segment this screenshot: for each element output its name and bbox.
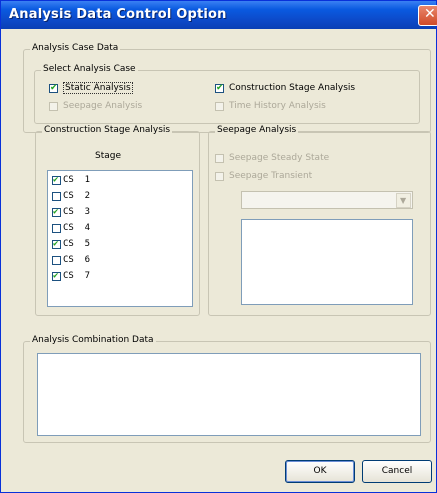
stage-item-cs3[interactable]: ✔ CS 3 xyxy=(52,207,90,217)
stage-item-cs7[interactable]: ✔ CS 7 xyxy=(52,271,90,281)
stage-cs1-box[interactable]: ✔ xyxy=(52,174,61,185)
stage-listbox[interactable]: ✔ CS 1 CS 2 ✔ CS 3 CS 4 ✔ CS 5 CS 6 ✔ CS… xyxy=(47,170,193,307)
stage-item-cs6[interactable]: CS 6 xyxy=(52,255,90,265)
analysis-case-data-label: Analysis Case Data xyxy=(30,43,121,53)
stage-cs1-label: CS 1 xyxy=(63,175,91,185)
cancel-button[interactable]: Cancel xyxy=(362,460,432,483)
dropdown-arrow-button[interactable]: ▼ xyxy=(396,193,411,208)
checkmark-icon: ✔ xyxy=(53,206,59,217)
close-button[interactable]: ✕ xyxy=(418,5,437,26)
seepage-transient-box[interactable] xyxy=(215,171,224,181)
seepage-steady-state-box[interactable] xyxy=(215,153,224,163)
select-analysis-case-group: Select Analysis Case xyxy=(34,64,420,124)
window-title: Analysis Data Control Option xyxy=(9,7,227,22)
time-history-analysis-box[interactable] xyxy=(215,101,224,111)
close-icon: ✕ xyxy=(424,6,436,22)
seepage-dropdown[interactable]: ▼ xyxy=(241,191,413,209)
stage-cs6-label: CS 6 xyxy=(63,255,91,265)
static-analysis-box[interactable]: ✔ xyxy=(49,82,58,93)
stage-cs2-label: CS 2 xyxy=(63,191,91,201)
ok-button[interactable]: OK xyxy=(285,460,355,483)
seepage-steady-state-checkbox[interactable]: Seepage Steady State xyxy=(215,153,329,163)
construction-stage-analysis-label: Construction Stage Analysis xyxy=(229,83,356,93)
stage-item-cs1[interactable]: ✔ CS 1 xyxy=(52,175,90,185)
static-analysis-checkbox[interactable]: ✔ Static Analysis xyxy=(49,82,133,94)
time-history-analysis-label: Time History Analysis xyxy=(229,101,326,111)
seepage-transient-label: Seepage Transient xyxy=(229,171,313,181)
stage-cs3-box[interactable]: ✔ xyxy=(52,206,61,217)
chevron-down-icon: ▼ xyxy=(400,196,407,205)
seepage-listbox[interactable] xyxy=(241,219,413,305)
construction-stage-group-label: Construction Stage Analysis xyxy=(42,125,173,135)
checkmark-icon: ✔ xyxy=(53,174,59,185)
stage-item-cs2[interactable]: CS 2 xyxy=(52,191,90,201)
stage-cs4-label: CS 4 xyxy=(63,223,91,233)
seepage-analysis-box[interactable] xyxy=(49,101,58,111)
title-bar[interactable]: Analysis Data Control Option ✕ xyxy=(1,1,437,29)
select-analysis-case-label: Select Analysis Case xyxy=(41,64,138,74)
seepage-transient-checkbox[interactable]: Seepage Transient xyxy=(215,171,312,181)
checkmark-icon: ✔ xyxy=(53,238,59,249)
seepage-steady-state-label: Seepage Steady State xyxy=(229,153,330,163)
checkmark-icon: ✔ xyxy=(216,82,224,93)
stage-cs7-label: CS 7 xyxy=(63,271,91,281)
construction-stage-analysis-box[interactable]: ✔ xyxy=(215,82,224,93)
seepage-analysis-group-label: Seepage Analysis xyxy=(215,125,299,135)
stage-item-cs5[interactable]: ✔ CS 5 xyxy=(52,239,90,249)
stage-cs5-box[interactable]: ✔ xyxy=(52,238,61,249)
seepage-analysis-label: Seepage Analysis xyxy=(63,101,143,111)
stage-item-cs4[interactable]: CS 4 xyxy=(52,223,90,233)
analysis-combination-label: Analysis Combination Data xyxy=(30,335,156,345)
dialog-window: Analysis Data Control Option ✕ Analysis … xyxy=(0,0,437,493)
construction-stage-analysis-checkbox[interactable]: ✔ Construction Stage Analysis xyxy=(215,83,355,93)
stage-cs3-label: CS 3 xyxy=(63,207,91,217)
seepage-analysis-checkbox[interactable]: Seepage Analysis xyxy=(49,101,142,111)
checkmark-icon: ✔ xyxy=(50,82,58,93)
combination-listbox[interactable] xyxy=(37,353,421,436)
static-analysis-label: Static Analysis xyxy=(63,82,133,94)
stage-cs6-box[interactable] xyxy=(52,255,61,265)
stage-column-header: Stage xyxy=(95,151,122,161)
checkmark-icon: ✔ xyxy=(53,270,59,281)
time-history-analysis-checkbox[interactable]: Time History Analysis xyxy=(215,101,326,111)
stage-cs7-box[interactable]: ✔ xyxy=(52,270,61,281)
stage-cs4-box[interactable] xyxy=(52,223,61,233)
stage-cs5-label: CS 5 xyxy=(63,239,91,249)
stage-cs2-box[interactable] xyxy=(52,191,61,201)
